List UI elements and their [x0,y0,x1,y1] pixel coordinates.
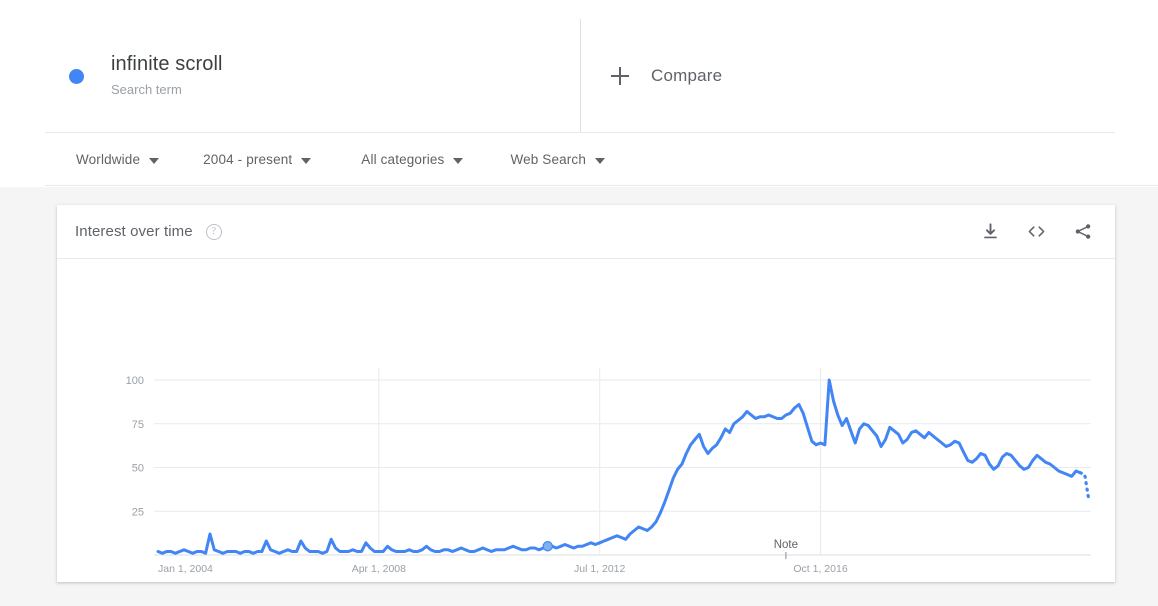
chart-plot-area[interactable]: 25 50 75 100 Jan 1, 2004 Apr 1, 2008 Jul 1, 2… [57,259,1115,581]
card-title: Interest over time [75,223,193,240]
filter-category-label: All categories [361,152,445,167]
help-circle-icon[interactable]: ? [205,223,222,240]
chevron-down-icon [453,157,464,164]
plus-icon [611,66,629,85]
filter-location-label: Worldwide [76,152,141,167]
chevron-down-icon [149,157,160,164]
vertical-gridlines [378,368,822,555]
filter-category[interactable]: All categories [361,134,464,185]
y-axis-tick-25: 25 [132,506,144,518]
x-axis-tick-0: Jan 1, 2004 [158,563,213,575]
filter-time-range-label: 2004 - present [203,152,293,167]
filter-bar: Worldwide 2004 - present All categories … [45,134,1158,186]
search-term-label: infinite scroll [111,53,223,75]
x-axis-tick-3: Oct 1, 2016 [793,563,847,575]
interest-over-time-chart[interactable]: 25 50 75 100 Jan 1, 2004 Apr 1, 2008 Jul 1, 2… [57,259,1115,581]
card-actions [981,222,1093,241]
embed-code-icon[interactable] [1026,222,1047,241]
series-color-dot [69,69,84,84]
interest-over-time-card: Interest over time ? 25 50 75 100 Jan 1,… [57,205,1115,582]
series-path-solid [156,378,1082,555]
hover-point-marker [542,541,553,552]
search-term-row: infinite scroll Search term Compare [45,19,1115,133]
y-axis-tick-75: 75 [132,419,144,431]
share-icon[interactable] [1073,222,1093,241]
add-comparison-button[interactable]: Compare [581,19,1115,132]
note-annotation-label[interactable]: Note [774,539,798,551]
google-trends-page: infinite scroll Search term Compare Worl… [0,0,1158,606]
note-annotation[interactable]: Note [774,539,798,559]
filter-search-type-label: Web Search [510,152,586,167]
x-axis-labels: Jan 1, 2004 Apr 1, 2008 Jul 1, 2012 Oct 1, … [158,563,848,575]
filter-time-range[interactable]: 2004 - present [203,134,312,185]
compare-label: Compare [651,65,723,85]
card-header: Interest over time ? [57,205,1115,259]
x-axis-tick-2: Jul 1, 2012 [574,563,626,575]
chevron-down-icon [594,157,605,164]
filter-location[interactable]: Worldwide [76,134,160,185]
series-path-partial [1078,471,1091,503]
y-axis-tick-100: 100 [126,375,144,387]
y-axis-labels: 25 50 75 100 [126,375,144,518]
chevron-down-icon [301,157,312,164]
download-icon[interactable] [981,222,1000,241]
x-axis-tick-1: Apr 1, 2008 [352,563,406,575]
search-term-card[interactable]: infinite scroll Search term [45,19,581,132]
search-term-texts: infinite scroll Search term [111,51,223,100]
series-line-infinite-scroll [156,378,1091,555]
gridlines [154,379,1091,556]
y-axis-tick-50: 50 [132,463,144,475]
search-term-type: Search term [111,82,182,97]
filter-search-type[interactable]: Web Search [510,134,605,185]
